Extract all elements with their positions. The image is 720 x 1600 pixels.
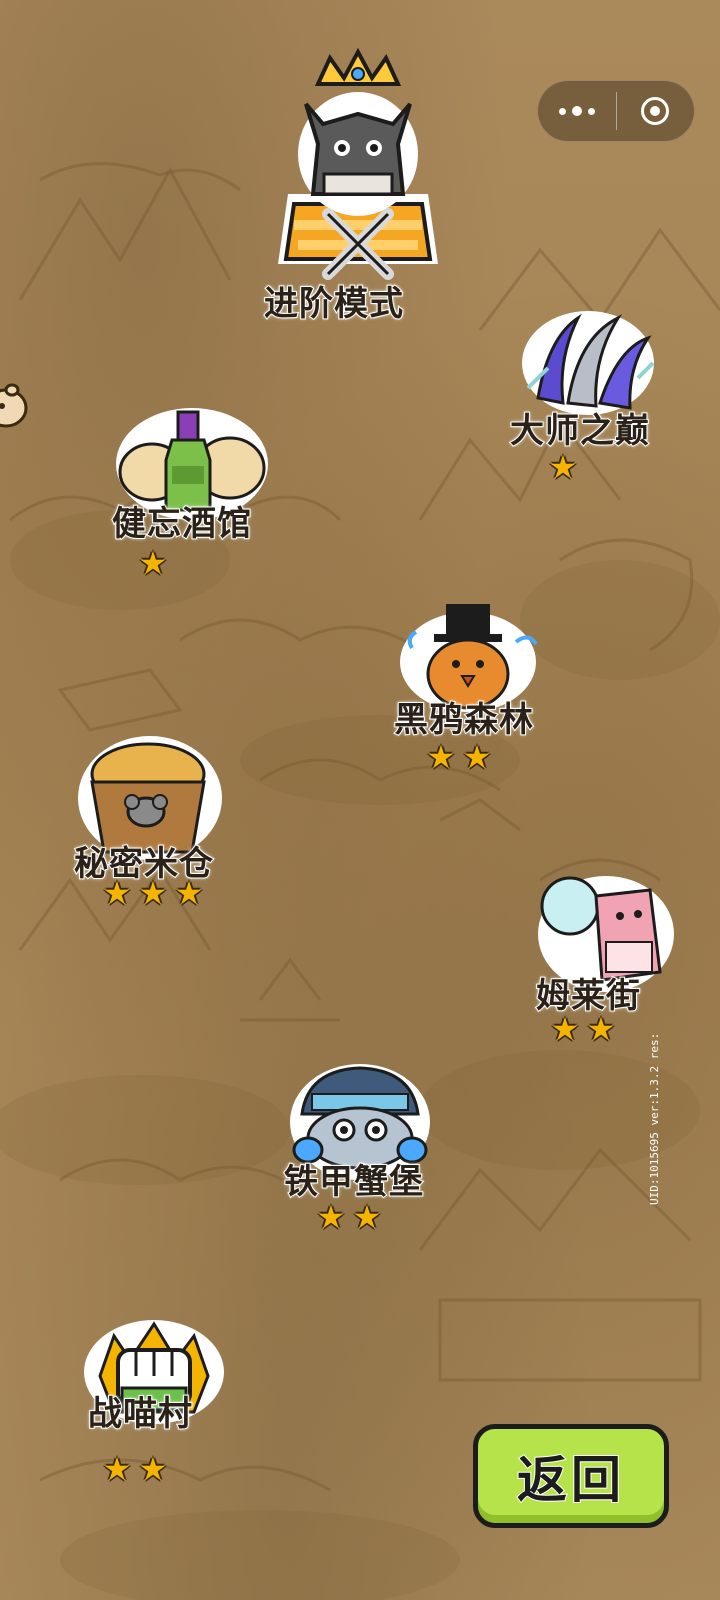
level-stars: ★ ★: [548, 1012, 618, 1046]
star-icon: ★: [102, 874, 132, 912]
level-mulai-street[interactable]: 姆莱街 ★ ★: [535, 872, 686, 1052]
star-icon: ★: [316, 1198, 346, 1236]
star-icon: ★: [352, 1198, 382, 1236]
level-master-peak[interactable]: 大师之巅 ★: [509, 308, 688, 488]
star-icon: ★: [548, 448, 578, 486]
back-button[interactable]: 返回: [473, 1424, 669, 1528]
level-advanced-mode[interactable]: 进阶模式: [258, 44, 458, 334]
level-name: 战喵村: [87, 1393, 193, 1435]
level-black-crow-forest[interactable]: 黑鸦森林 ★ ★: [393, 602, 568, 782]
level-iron-crab-fort[interactable]: 铁甲蟹堡 ★ ★: [283, 1060, 458, 1240]
peeking-character-icon: [0, 382, 32, 436]
crowned-cat-icon: [258, 44, 458, 298]
star-icon: ★: [426, 738, 456, 776]
star-icon: ★: [174, 874, 204, 912]
star-icon: ★: [550, 1010, 580, 1048]
uid-version-text: UID:1015695 ver:1.3.2 res:: [648, 1032, 661, 1205]
back-button-label: 返回: [516, 1450, 625, 1510]
level-stars: ★ ★: [314, 1200, 384, 1234]
star-icon: ★: [586, 1010, 616, 1048]
star-icon: ★: [138, 544, 168, 582]
star-icon: ★: [462, 738, 492, 776]
level-name: 铁甲蟹堡: [283, 1161, 424, 1203]
level-name: 黑鸦森林: [393, 699, 534, 741]
level-forgetful-tavern[interactable]: 健忘酒馆 ★: [111, 402, 282, 582]
level-secret-rice-barn[interactable]: 秘密米仓 ★ ★ ★: [73, 732, 256, 912]
level-battle-meow-village[interactable]: 战喵村 ★ ★: [80, 1316, 240, 1496]
level-stars: ★: [136, 546, 170, 580]
miniprogram-capsule: [537, 80, 695, 142]
star-icon: ★: [138, 874, 168, 912]
star-icon: ★: [138, 1450, 168, 1488]
level-name: 健忘酒馆: [111, 503, 252, 545]
level-name: 大师之巅: [509, 410, 650, 452]
level-name: 进阶模式: [263, 283, 404, 325]
level-stars: ★ ★: [424, 740, 494, 774]
level-stars: ★: [546, 450, 580, 484]
star-icon: ★: [102, 1450, 132, 1488]
more-dots-icon[interactable]: [538, 80, 616, 142]
level-stars: ★ ★ ★: [100, 876, 206, 910]
target-close-icon[interactable]: [617, 80, 695, 142]
level-stars: ★ ★: [100, 1452, 170, 1486]
